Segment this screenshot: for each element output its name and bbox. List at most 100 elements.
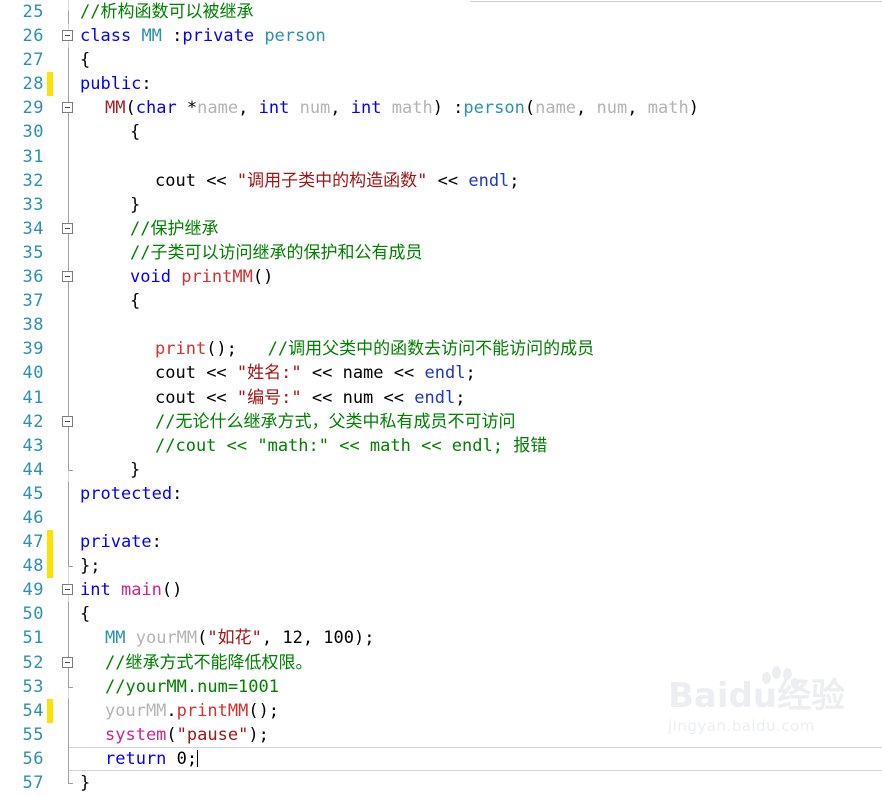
code-line-text[interactable]: cout << "编号:" << num << endl; bbox=[155, 386, 465, 410]
outlining-column[interactable] bbox=[58, 192, 80, 217]
outlining-column[interactable] bbox=[58, 771, 80, 795]
collapse-region-icon[interactable] bbox=[62, 30, 73, 42]
code-line[interactable]: 48}; bbox=[0, 554, 882, 579]
outlining-column[interactable] bbox=[58, 168, 80, 193]
code-line[interactable]: 32 cout << "调用子类中的构造函数" << endl; bbox=[0, 168, 882, 193]
code-line-text[interactable]: } bbox=[130, 458, 140, 482]
code-line[interactable]: 46 bbox=[0, 505, 882, 531]
code-line[interactable]: 41 cout << "编号:" << num << endl; bbox=[0, 385, 882, 410]
code-line-text[interactable]: MM(char *name, int num, int math) :perso… bbox=[105, 96, 699, 120]
code-line[interactable]: 51 MM yourMM("如花", 12, 100); bbox=[0, 626, 882, 651]
outlining-column[interactable] bbox=[58, 48, 80, 73]
code-text-area[interactable]: 25//析构函数可以被继承 26 class MM :private person 2… bbox=[0, 0, 882, 793]
code-line-text[interactable]: return 0; bbox=[105, 747, 199, 771]
collapse-region-icon[interactable] bbox=[62, 102, 73, 114]
code-line-text[interactable]: //继承方式不能降低权限。 bbox=[105, 651, 312, 675]
outlining-column[interactable] bbox=[58, 337, 80, 362]
code-line-text[interactable]: { bbox=[130, 289, 140, 313]
code-line-text[interactable]: }; bbox=[80, 554, 100, 578]
code-line[interactable]: 52 //继承方式不能降低权限。 bbox=[0, 650, 882, 675]
outlining-column[interactable] bbox=[58, 722, 80, 747]
outlining-column[interactable] bbox=[58, 216, 80, 241]
collapse-region-icon[interactable] bbox=[62, 415, 73, 427]
code-line[interactable]: 56 return 0; bbox=[0, 746, 882, 771]
code-line-text[interactable]: } bbox=[130, 193, 140, 217]
outlining-column[interactable] bbox=[58, 120, 80, 145]
outlining-column[interactable] bbox=[58, 457, 80, 482]
outlining-column[interactable] bbox=[58, 313, 80, 338]
outlining-column[interactable] bbox=[58, 481, 80, 506]
outlining-column[interactable] bbox=[58, 554, 80, 578]
outlining-column[interactable] bbox=[58, 265, 80, 290]
collapse-region-icon[interactable] bbox=[62, 222, 73, 234]
outlining-column[interactable] bbox=[58, 650, 80, 675]
code-line-text[interactable]: { bbox=[80, 48, 90, 72]
code-editor-window[interactable]: 25//析构函数可以被继承 26 class MM :private person 2… bbox=[0, 0, 882, 793]
code-line[interactable]: 54 yourMM.printMM(); bbox=[0, 698, 882, 723]
code-line[interactable]: 50 { bbox=[0, 602, 882, 627]
code-line-text[interactable]: cout << "调用子类中的构造函数" << endl; bbox=[155, 169, 520, 193]
code-line[interactable]: 39 print(); //调用父类中的函数去访问不能访问的成员 bbox=[0, 337, 882, 362]
outlining-column[interactable] bbox=[58, 289, 80, 314]
outlining-column[interactable] bbox=[58, 96, 80, 121]
code-line-text[interactable]: cout << "姓名:" << name << endl; bbox=[155, 361, 476, 385]
code-line-text[interactable]: MM yourMM("如花", 12, 100); bbox=[105, 626, 374, 650]
code-line[interactable]: 30 { bbox=[0, 120, 882, 145]
code-line[interactable]: 25 //析构函数可以被继承 bbox=[0, 0, 882, 24]
code-line-text[interactable]: yourMM.printMM(); bbox=[105, 699, 279, 723]
collapse-region-icon[interactable] bbox=[62, 656, 73, 668]
code-line[interactable]: 43 //cout << "math:" << math << endl; 报错 bbox=[0, 433, 882, 458]
code-line-text[interactable]: //无论什么继承方式，父类中私有成员不可访问 bbox=[155, 410, 515, 434]
code-line[interactable]: 28 public: bbox=[0, 72, 882, 97]
code-line[interactable]: 29 MM(char *name, int num, int math) :per… bbox=[0, 96, 882, 121]
code-line-text[interactable]: { bbox=[80, 602, 90, 626]
outlining-column[interactable] bbox=[58, 698, 80, 723]
code-line-text[interactable]: //yourMM.num=1001 bbox=[105, 675, 279, 699]
outlining-column[interactable] bbox=[58, 433, 80, 458]
code-line[interactable]: 35 //子类可以访问继承的保护和公有成员 bbox=[0, 240, 882, 266]
outlining-column[interactable] bbox=[58, 674, 80, 699]
code-line[interactable]: 36 void printMM() bbox=[0, 265, 882, 290]
code-line-text[interactable]: system("pause"); bbox=[105, 723, 269, 747]
code-line[interactable]: 42 //无论什么继承方式，父类中私有成员不可访问 bbox=[0, 409, 882, 434]
outlining-column[interactable] bbox=[58, 72, 80, 97]
code-line[interactable]: 49 int main() bbox=[0, 578, 882, 602]
code-line[interactable]: 55 system("pause"); bbox=[0, 722, 882, 747]
code-line[interactable]: 57} bbox=[0, 771, 882, 795]
code-line-text[interactable]: public: bbox=[80, 72, 152, 96]
collapse-region-icon[interactable] bbox=[62, 584, 73, 596]
code-line[interactable]: 44} bbox=[0, 457, 882, 482]
outlining-column[interactable] bbox=[58, 530, 80, 555]
outlining-column[interactable] bbox=[58, 0, 80, 24]
outlining-column[interactable] bbox=[58, 144, 80, 169]
code-line-text[interactable]: //析构函数可以被继承 bbox=[80, 0, 253, 24]
code-line[interactable]: 26 class MM :private person bbox=[0, 24, 882, 48]
code-line-text[interactable]: private: bbox=[80, 530, 162, 554]
outlining-column[interactable] bbox=[58, 24, 80, 48]
outlining-column[interactable] bbox=[58, 240, 80, 266]
code-line-text[interactable]: class MM :private person bbox=[80, 24, 326, 48]
code-line[interactable]: 37 { bbox=[0, 289, 882, 314]
collapse-region-icon[interactable] bbox=[62, 271, 73, 283]
code-line-text[interactable]: int main() bbox=[80, 578, 182, 602]
outlining-column[interactable] bbox=[58, 409, 80, 434]
code-line-text[interactable]: //子类可以访问继承的保护和公有成员 bbox=[130, 241, 422, 265]
outlining-column[interactable] bbox=[58, 746, 80, 771]
code-line-text[interactable]: protected: bbox=[80, 482, 182, 506]
code-line-text[interactable]: //cout << "math:" << math << endl; 报错 bbox=[155, 434, 547, 458]
code-line[interactable]: 47 private: bbox=[0, 530, 882, 555]
code-line-text[interactable]: { bbox=[130, 120, 140, 144]
outlining-column[interactable] bbox=[58, 626, 80, 651]
code-line-text[interactable]: //保护继承 bbox=[130, 217, 218, 241]
outlining-column[interactable] bbox=[58, 602, 80, 627]
code-line[interactable]: 40 cout << "姓名:" << name << endl; bbox=[0, 361, 882, 386]
outlining-column[interactable] bbox=[58, 578, 80, 602]
code-line[interactable]: 34 //保护继承 bbox=[0, 216, 882, 241]
code-line[interactable]: 53 //yourMM.num=1001 bbox=[0, 674, 882, 699]
code-line-text[interactable]: print(); //调用父类中的函数去访问不能访问的成员 bbox=[155, 337, 594, 361]
code-line[interactable]: 45 protected: bbox=[0, 481, 882, 506]
code-line-text[interactable]: void printMM() bbox=[130, 265, 273, 289]
code-line[interactable]: 31 bbox=[0, 144, 882, 169]
code-line[interactable]: 38 bbox=[0, 313, 882, 338]
outlining-column[interactable] bbox=[58, 361, 80, 386]
